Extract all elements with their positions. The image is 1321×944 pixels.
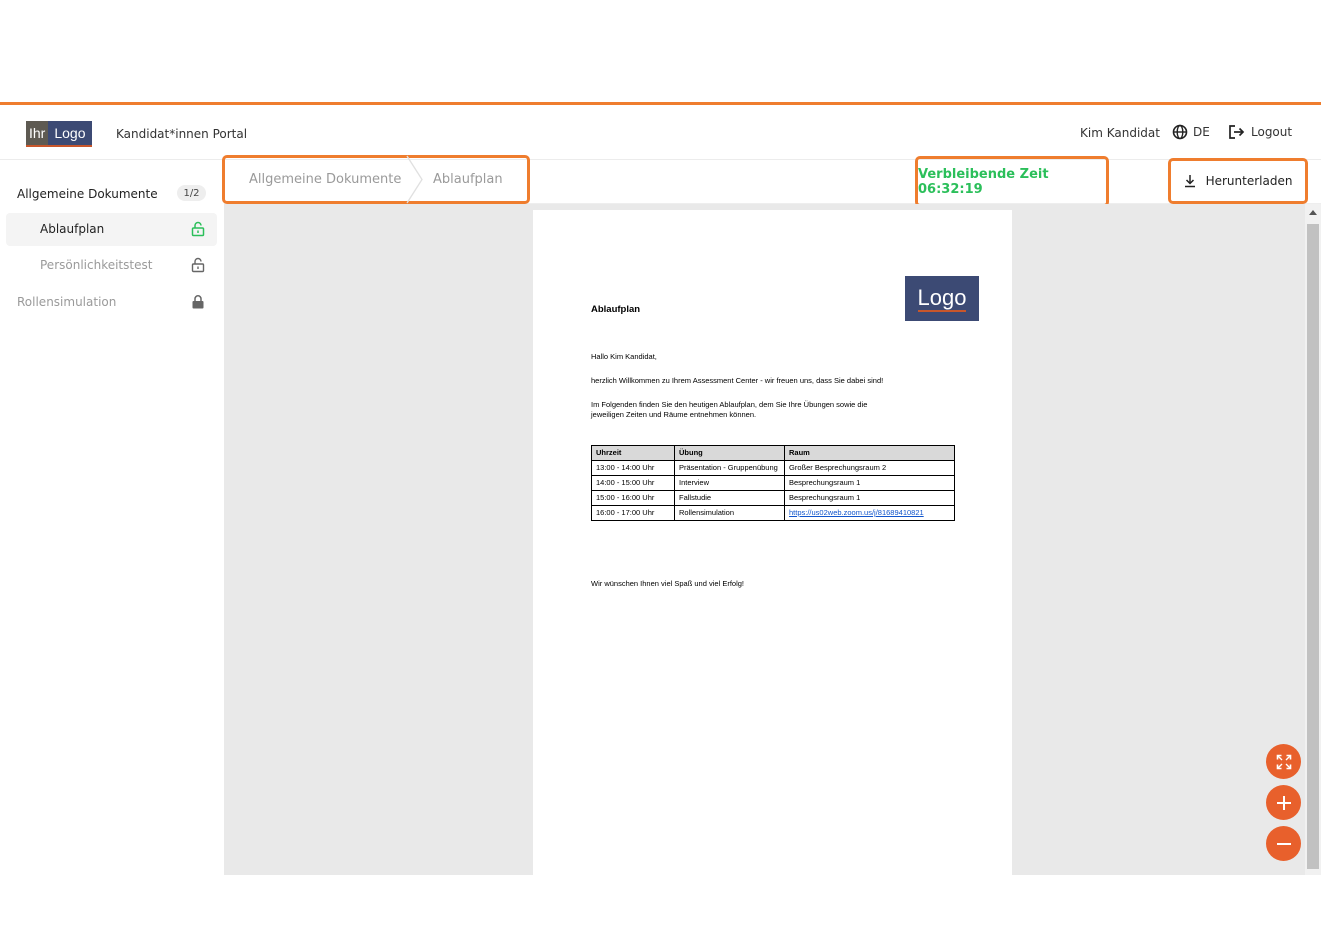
document-counter-badge: 1/2: [177, 185, 206, 201]
lock-icon: [192, 295, 204, 309]
portal-title: Kandidat*innen Portal: [116, 127, 248, 141]
table-cell: 13:00 - 14:00 Uhr: [591, 460, 675, 476]
document-logo-text: Logo: [917, 284, 967, 312]
table-cell: https://us02web.zoom.us/j/81689410821: [784, 505, 955, 521]
zoom-meeting-link[interactable]: https://us02web.zoom.us/j/81689410821: [789, 508, 924, 517]
fullscreen-icon: [1276, 754, 1291, 769]
table-row: 13:00 - 14:00 Uhr Präsentation - Gruppen…: [591, 460, 955, 476]
breadcrumb-item-allgemeine-dokumente[interactable]: Allgemeine Dokumente: [249, 172, 401, 187]
zoom-in-button[interactable]: [1266, 785, 1301, 820]
table-row: 16:00 - 17:00 Uhr Rollensimulation https…: [591, 505, 955, 521]
unlock-icon: [191, 221, 205, 237]
document-welcome: herzlich Willkommen zu Ihrem Assessment …: [591, 376, 884, 385]
logo-part-1: Ihr: [26, 121, 49, 147]
table-header: Raum: [784, 445, 955, 461]
document-greeting: Hallo Kim Kandidat,: [591, 352, 657, 361]
language-label: DE: [1193, 125, 1210, 139]
remaining-time: Verbleibende Zeit 06:32:19: [915, 156, 1109, 207]
viewer-scrollbar[interactable]: [1305, 204, 1321, 875]
document-logo: Logo: [905, 276, 979, 321]
user-name: Kim Kandidat: [1080, 126, 1160, 140]
download-button[interactable]: Herunterladen: [1168, 158, 1308, 204]
document-intro-line-1: Im Folgenden finden Sie den heutigen Abl…: [591, 400, 868, 409]
zoom-out-icon: [1276, 842, 1291, 845]
sidebar-item-rollensimulation[interactable]: Rollensimulation: [17, 295, 116, 309]
table-cell: Fallstudie: [674, 490, 785, 506]
logout-button[interactable]: Logout: [1228, 124, 1292, 140]
download-icon: [1184, 175, 1195, 188]
sidebar-section-title: Allgemeine Dokumente: [17, 187, 158, 201]
document-intro-line-2: jeweiligen Zeiten und Räume entnehmen kö…: [591, 410, 757, 419]
breadcrumb: Allgemeine Dokumente Ablaufplan: [222, 155, 530, 204]
table-cell: Großer Besprechungsraum 2: [784, 460, 955, 476]
table-cell: Interview: [674, 475, 785, 491]
table-header: Uhrzeit: [591, 445, 675, 461]
schedule-table: Uhrzeit Übung Raum 13:00 - 14:00 Uhr Prä…: [591, 445, 955, 521]
sidebar: Allgemeine Dokumente 1/2 Ablaufplan Pers…: [0, 161, 224, 875]
zoom-in-icon: [1276, 795, 1291, 810]
table-cell: 15:00 - 16:00 Uhr: [591, 490, 675, 506]
fullscreen-button[interactable]: [1266, 744, 1301, 779]
table-cell: Präsentation - Gruppenübung: [674, 460, 785, 476]
table-cell: Besprechungsraum 1: [784, 475, 955, 491]
table-cell: Besprechungsraum 1: [784, 490, 955, 506]
document-page: Logo Ablaufplan Hallo Kim Kandidat, herz…: [533, 210, 1012, 875]
table-header: Übung: [674, 445, 785, 461]
logo-part-2: Logo: [48, 121, 92, 147]
sidebar-item-ablaufplan[interactable]: Ablaufplan: [6, 213, 217, 246]
scrollbar-thumb[interactable]: [1307, 224, 1319, 869]
download-label: Herunterladen: [1205, 174, 1293, 188]
logout-label: Logout: [1251, 125, 1293, 139]
table-row: 14:00 - 15:00 Uhr Interview Besprechungs…: [591, 475, 955, 491]
breadcrumb-item-ablaufplan: Ablaufplan: [433, 172, 503, 187]
document-toolbar: Allgemeine Dokumente Ablaufplan Verbleib…: [222, 155, 1321, 207]
table-row: 15:00 - 16:00 Uhr Fallstudie Besprechung…: [591, 490, 955, 506]
table-cell: Rollensimulation: [674, 505, 785, 521]
sidebar-item-persoenlichkeitstest[interactable]: Persönlichkeitstest: [6, 249, 217, 282]
brand-logo[interactable]: Ihr Logo: [26, 121, 92, 147]
header: Ihr Logo Kandidat*innen Portal Kim Kandi…: [0, 105, 1321, 160]
document-viewer[interactable]: Logo Ablaufplan Hallo Kim Kandidat, herz…: [224, 204, 1321, 875]
sidebar-item-label: Ablaufplan: [40, 222, 105, 236]
document-title: Ablaufplan: [591, 304, 641, 315]
language-switcher[interactable]: DE: [1172, 124, 1210, 140]
breadcrumb-separator-icon: [406, 155, 423, 204]
document-closing: Wir wünschen Ihnen viel Spaß und viel Er…: [591, 579, 744, 588]
sidebar-item-label: Persönlichkeitstest: [40, 258, 153, 272]
table-header-row: Uhrzeit Übung Raum: [591, 445, 955, 461]
zoom-out-button[interactable]: [1266, 826, 1301, 861]
unlock-icon: [191, 257, 205, 273]
table-cell: 14:00 - 15:00 Uhr: [591, 475, 675, 491]
scroll-up-arrow-icon[interactable]: [1309, 210, 1317, 215]
logout-icon: [1229, 125, 1245, 139]
table-cell: 16:00 - 17:00 Uhr: [591, 505, 675, 521]
globe-icon: [1172, 124, 1188, 140]
